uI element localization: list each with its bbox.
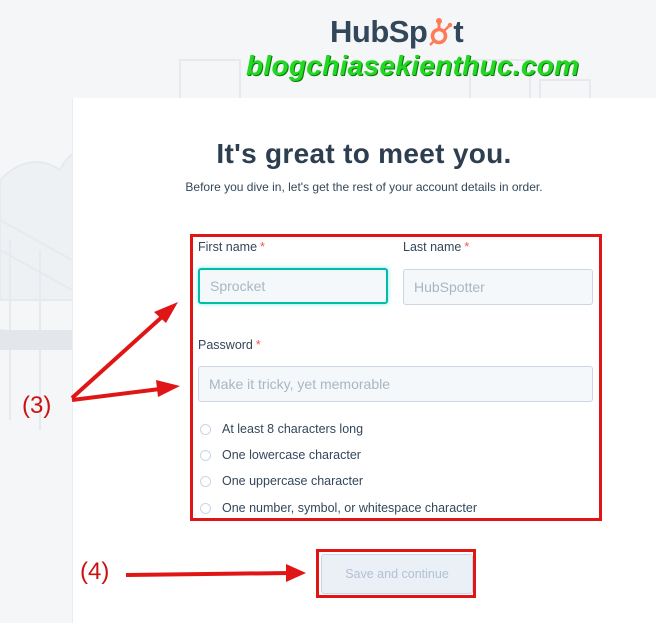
logo-text: HubSp [330, 14, 428, 49]
annotation-label-3: (3) [22, 392, 52, 419]
hubspot-logo: HubSp t [330, 12, 464, 52]
annotation-box-submit [316, 549, 476, 598]
page-title: It's great to meet you. [216, 138, 512, 169]
watermark-text: blogchiasekienthuc.com [246, 50, 580, 81]
annotation-box-form [190, 234, 602, 521]
logo-text-end: t [453, 14, 464, 49]
sprocket-icon [427, 17, 453, 47]
annotation-label-4: (4) [80, 558, 110, 585]
page-subtitle: Before you dive in, let's get the rest o… [185, 180, 543, 194]
